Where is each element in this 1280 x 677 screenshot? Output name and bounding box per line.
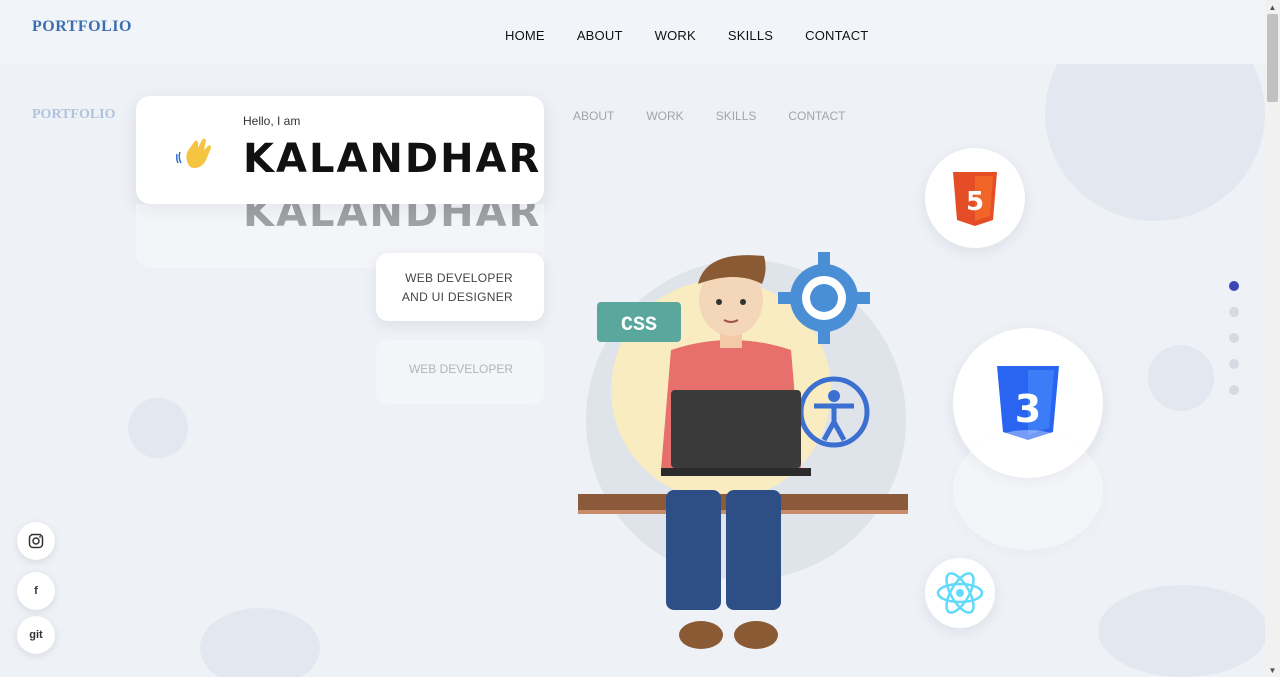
ghost-nav-item: SKILLS bbox=[715, 109, 757, 123]
page-scrollbar[interactable]: ▲ ▼ bbox=[1265, 0, 1280, 677]
react-icon bbox=[936, 572, 984, 614]
ghost-role-card: WEB DEVELOPER bbox=[376, 340, 544, 404]
waving-hand-icon bbox=[176, 138, 211, 168]
section-dot-5[interactable] bbox=[1229, 385, 1239, 395]
site-header: PORTFOLIO HOME ABOUT WORK SKILLS CONTACT bbox=[0, 0, 1265, 64]
main-nav: HOME ABOUT WORK SKILLS CONTACT bbox=[505, 28, 868, 43]
github-icon: git bbox=[29, 629, 43, 641]
decorative-circle bbox=[200, 608, 320, 677]
scroll-up-arrow-icon[interactable]: ▲ bbox=[1265, 0, 1280, 14]
ghost-nav-item: ABOUT bbox=[573, 109, 615, 123]
svg-text:3: 3 bbox=[1015, 387, 1041, 431]
nav-about[interactable]: ABOUT bbox=[577, 28, 623, 43]
ghost-logo: PORTFOLIO bbox=[32, 107, 116, 122]
role-card: WEB DEVELOPER AND UI DESIGNER bbox=[376, 253, 544, 321]
role-line-2: AND UI DESIGNER bbox=[401, 290, 513, 304]
facebook-button[interactable]: f bbox=[17, 572, 55, 610]
nav-contact[interactable]: CONTACT bbox=[805, 28, 868, 43]
ghost-hero-name: KALANDHAR bbox=[243, 204, 542, 236]
developer-illustration: CSS bbox=[578, 252, 908, 649]
nav-home[interactable]: HOME bbox=[505, 28, 545, 43]
section-dots bbox=[1229, 281, 1239, 411]
svg-text:5: 5 bbox=[966, 187, 984, 217]
ghost-role-line: WEB DEVELOPER bbox=[408, 362, 513, 376]
html5-icon: 5 bbox=[953, 172, 997, 226]
html5-bubble: 5 bbox=[925, 148, 1025, 248]
scroll-thumb[interactable] bbox=[1267, 14, 1278, 102]
github-button[interactable]: git bbox=[17, 616, 55, 654]
ghost-nav-item: CONTACT bbox=[788, 109, 846, 123]
logo[interactable]: PORTFOLIO bbox=[32, 18, 132, 36]
decorative-circle bbox=[128, 398, 188, 458]
section-dot-1[interactable] bbox=[1229, 281, 1239, 291]
css-badge-label: CSS bbox=[621, 314, 657, 337]
ghost-nav: HOME ABOUT WORK SKILLS CONTACT bbox=[505, 109, 846, 123]
instagram-icon bbox=[28, 533, 44, 549]
greeting-text: Hello, I am bbox=[243, 114, 301, 128]
section-dot-2[interactable] bbox=[1229, 307, 1239, 317]
instagram-button[interactable] bbox=[17, 522, 55, 560]
section-dot-3[interactable] bbox=[1229, 333, 1239, 343]
facebook-icon: f bbox=[34, 585, 38, 597]
decorative-circle bbox=[1148, 345, 1214, 411]
role-line-1: WEB DEVELOPER bbox=[405, 271, 513, 285]
nav-work[interactable]: WORK bbox=[655, 28, 696, 43]
scroll-down-arrow-icon[interactable]: ▼ bbox=[1265, 663, 1280, 677]
react-bubble bbox=[925, 558, 995, 628]
nav-skills[interactable]: SKILLS bbox=[728, 28, 773, 43]
ghost-nav-item: WORK bbox=[646, 109, 684, 123]
hero-name: KALANDHAR bbox=[243, 136, 542, 182]
section-dot-4[interactable] bbox=[1229, 359, 1239, 369]
intro-card: Hello, I am KALANDHAR bbox=[136, 96, 544, 204]
css3-bubble-ghost bbox=[953, 430, 1103, 550]
decorative-circle bbox=[1098, 585, 1268, 677]
